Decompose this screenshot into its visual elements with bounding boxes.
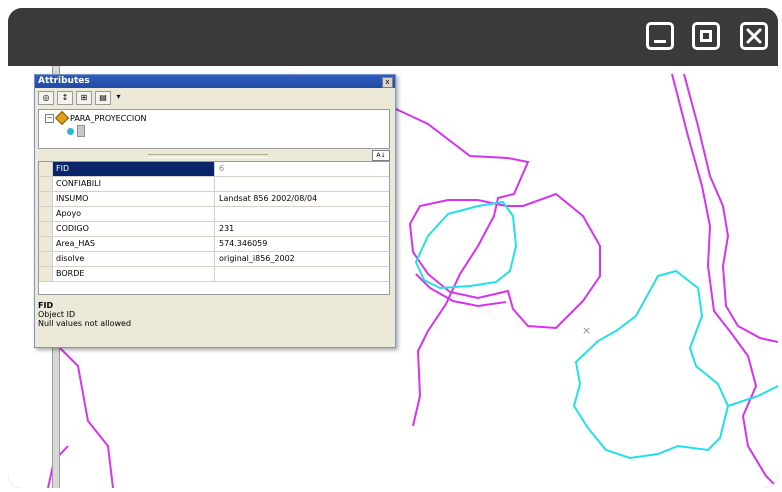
table-row[interactable]: disolve original_i856_2002 [39, 252, 389, 267]
row-header[interactable] [39, 267, 53, 281]
table-row[interactable]: CONFIABILI [39, 177, 389, 192]
table-row[interactable]: Apoyo [39, 207, 389, 222]
row-header[interactable] [39, 162, 53, 176]
row-header[interactable] [39, 237, 53, 251]
table-row[interactable]: FID 6 [39, 162, 389, 177]
field-name-cell[interactable]: CONFIABILI [53, 177, 215, 191]
sort-icon[interactable]: ↕ [57, 91, 73, 105]
map-polygon [415, 273, 507, 308]
options-icon[interactable]: ▤ [95, 91, 111, 105]
attributes-toolbar: ◎ ↕ ⊞ ▤ ▾ [38, 90, 123, 106]
field-name-cell[interactable]: FID [53, 162, 215, 176]
field-value-cell[interactable]: original_i856_2002 [216, 252, 388, 266]
tree-node-feature[interactable] [67, 125, 85, 137]
minimize-icon[interactable] [646, 22, 674, 50]
field-name-cell[interactable]: BORDE [53, 267, 215, 281]
panel-close-icon[interactable]: x [382, 77, 393, 88]
sort-order-icon[interactable]: A↓ [372, 150, 390, 161]
field-name-cell[interactable]: INSUMO [53, 192, 215, 206]
feature-selection-box [77, 125, 85, 137]
dropdown-arrow-icon[interactable]: ▾ [114, 91, 123, 105]
selected-polygon [727, 385, 778, 407]
field-name-cell[interactable]: Area_HAS [53, 237, 215, 251]
field-value-cell[interactable] [216, 177, 388, 191]
description-title: FID [38, 301, 54, 310]
row-header[interactable] [39, 177, 53, 191]
selected-polygon [572, 269, 730, 460]
description-line: Null values not allowed [38, 319, 132, 328]
tree-node-layer[interactable]: − PARA_PROYECCION [45, 110, 147, 126]
layer-tree[interactable]: − PARA_PROYECCION [38, 109, 390, 149]
table-row[interactable]: INSUMO Landsat 856 2002/08/04 [39, 192, 389, 207]
attributes-panel[interactable]: Attributes x ◎ ↕ ⊞ ▤ ▾ − PARA_PROYECCION… [34, 74, 396, 348]
identify-icon[interactable]: ⊞ [76, 91, 92, 105]
attributes-title: Attributes [35, 75, 395, 88]
row-header[interactable] [39, 252, 53, 266]
layer-name: PARA_PROYECCION [70, 113, 147, 123]
row-header[interactable] [39, 192, 53, 206]
panel-splitter[interactable]: A↓ [38, 150, 390, 161]
selected-polygon [414, 200, 518, 290]
table-row[interactable]: Area_HAS 574.346059 [39, 237, 389, 252]
collapse-icon[interactable]: − [45, 113, 54, 123]
map-polygon [683, 73, 778, 343]
row-header[interactable] [39, 207, 53, 221]
field-description: FID Object ID Null values not allowed [38, 299, 390, 343]
window-titlebar [8, 8, 778, 66]
field-name-cell[interactable]: Apoyo [53, 207, 215, 221]
field-value-cell[interactable]: 6 [216, 162, 388, 176]
feature-icon [67, 127, 74, 135]
field-value-cell[interactable] [216, 207, 388, 221]
maximize-icon[interactable] [692, 22, 720, 50]
table-row[interactable]: BORDE [39, 267, 389, 282]
attribute-grid: FID 6 CONFIABILI INSUMO Landsat 856 2002/08/… [38, 161, 390, 295]
field-value-cell[interactable]: Landsat 856 2002/08/04 [216, 192, 388, 206]
close-icon[interactable] [740, 22, 768, 50]
field-value-cell[interactable]: 574.346059 [216, 237, 388, 251]
map-center-marker: × [582, 324, 592, 337]
row-header[interactable] [39, 222, 53, 236]
layer-icon [54, 110, 70, 126]
map-polygon [408, 192, 601, 330]
field-value-cell[interactable] [216, 267, 388, 281]
layers-icon[interactable]: ◎ [38, 91, 54, 105]
description-line: Object ID [38, 310, 76, 319]
field-name-cell[interactable]: CODIGO [53, 222, 215, 236]
field-name-cell[interactable]: disolve [53, 252, 215, 266]
table-row[interactable]: CODIGO 231 [39, 222, 389, 237]
field-value-cell[interactable]: 231 [216, 222, 388, 236]
splitter-grip[interactable] [148, 154, 268, 158]
